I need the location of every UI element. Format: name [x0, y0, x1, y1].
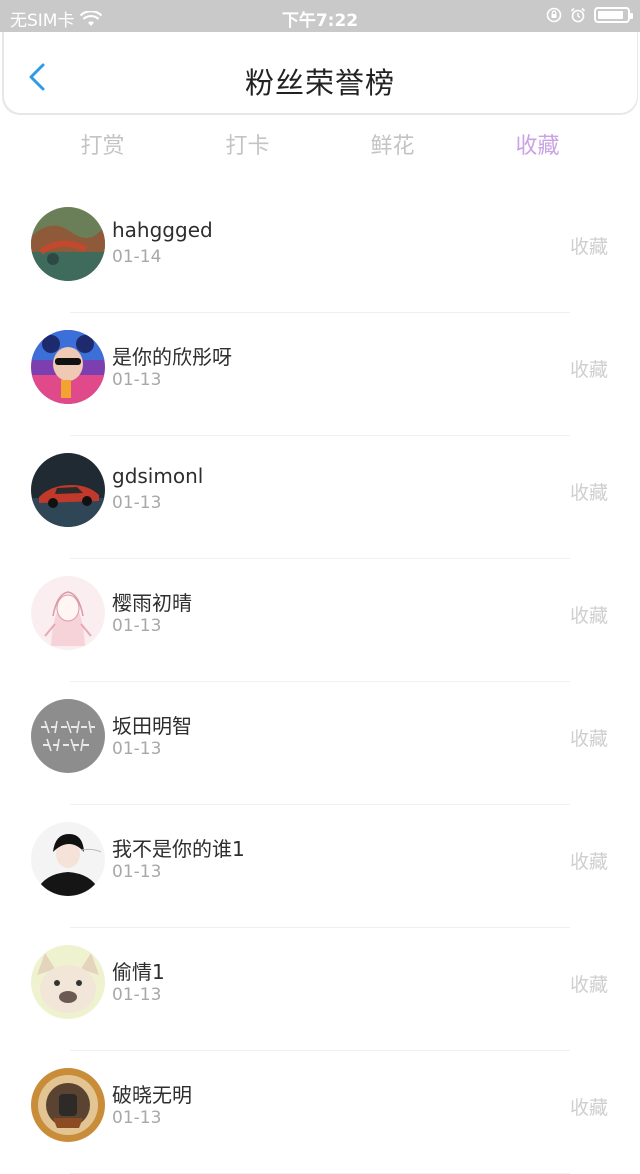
list-item[interactable]: gdsimonl 01-13 收藏 — [0, 436, 640, 559]
fan-date: 01-13 — [112, 862, 162, 882]
battery-icon — [594, 7, 633, 23]
fan-date: 01-13 — [112, 370, 162, 390]
tab-reward[interactable]: 打赏 — [30, 128, 175, 162]
tab-bar: 打赏 打卡 鲜花 收藏 — [30, 128, 610, 162]
fan-date: 01-13 — [112, 1108, 162, 1128]
dark-hair-boy-avatar-image — [31, 822, 105, 896]
avatar[interactable] — [31, 453, 105, 527]
fan-date: 01-14 — [112, 247, 162, 267]
fan-name: 樱雨初晴 — [112, 591, 192, 615]
fan-date: 01-13 — [112, 493, 162, 513]
favorite-label: 收藏 — [569, 605, 608, 627]
text-avatar-image — [31, 699, 105, 773]
favorite-label: 收藏 — [569, 236, 608, 258]
avatar[interactable] — [31, 699, 105, 773]
avatar[interactable] — [31, 1068, 105, 1142]
orientation-lock-icon — [546, 7, 562, 23]
avatar[interactable] — [31, 822, 105, 896]
car-avatar-image — [31, 453, 105, 527]
fan-name: 坂田明智 — [112, 714, 192, 738]
list-item[interactable]: hahggged 01-14 收藏 — [0, 190, 640, 313]
landscape-avatar-image — [31, 207, 105, 281]
battery-level — [598, 11, 623, 19]
avatar[interactable] — [31, 330, 105, 404]
bulldog-avatar-image — [31, 945, 105, 1019]
fan-date: 01-13 — [112, 739, 162, 759]
fan-name: 偷情1 — [112, 960, 165, 984]
fan-name: hahggged — [112, 218, 213, 242]
favorite-label: 收藏 — [569, 851, 608, 873]
fan-name: 破晓无明 — [112, 1083, 192, 1107]
tab-favorites[interactable]: 收藏 — [465, 128, 610, 162]
avatar[interactable] — [31, 945, 105, 1019]
girl-sunglasses-avatar-image — [31, 330, 105, 404]
fan-date: 01-13 — [112, 616, 162, 636]
list-item[interactable]: 破晓无明 01-13 收藏 — [0, 1051, 640, 1174]
favorite-label: 收藏 — [569, 482, 608, 504]
alarm-icon — [570, 7, 586, 23]
tab-checkin[interactable]: 打卡 — [175, 128, 320, 162]
status-bar: 无SIM卡 下午7:22 — [0, 0, 640, 32]
avatar[interactable] — [31, 576, 105, 650]
list-item[interactable]: 我不是你的谁1 01-13 收藏 — [0, 805, 640, 928]
fan-name: gdsimonl — [112, 464, 204, 488]
fan-name: 我不是你的谁1 — [112, 837, 245, 861]
avatar[interactable] — [31, 207, 105, 281]
status-time: 下午7:22 — [281, 11, 359, 31]
favorite-label: 收藏 — [569, 974, 608, 996]
favorite-label: 收藏 — [569, 359, 608, 381]
list-item[interactable]: 是你的欣彤呀 01-13 收藏 — [0, 313, 640, 436]
tab-flowers[interactable]: 鲜花 — [320, 128, 465, 162]
fan-date: 01-13 — [112, 985, 162, 1005]
fan-list: hahggged 01-14 收藏 是你的欣彤呀 01-13 收藏 gdsimo… — [0, 190, 640, 1174]
anime-girl-avatar-image — [31, 576, 105, 650]
list-item[interactable]: 樱雨初晴 01-13 收藏 — [0, 559, 640, 682]
fan-name: 是你的欣彤呀 — [112, 345, 232, 369]
page-title: 粉丝荣誉榜 — [244, 66, 395, 100]
list-item[interactable]: 坂田明智 01-13 收藏 — [0, 682, 640, 805]
list-item[interactable]: 偷情1 01-13 收藏 — [0, 928, 640, 1051]
status-right — [546, 7, 633, 23]
favorite-label: 收藏 — [569, 1097, 608, 1119]
warrior-avatar-image — [31, 1068, 105, 1142]
nav-header: 粉丝荣誉榜 — [2, 32, 638, 114]
favorite-label: 收藏 — [569, 728, 608, 750]
